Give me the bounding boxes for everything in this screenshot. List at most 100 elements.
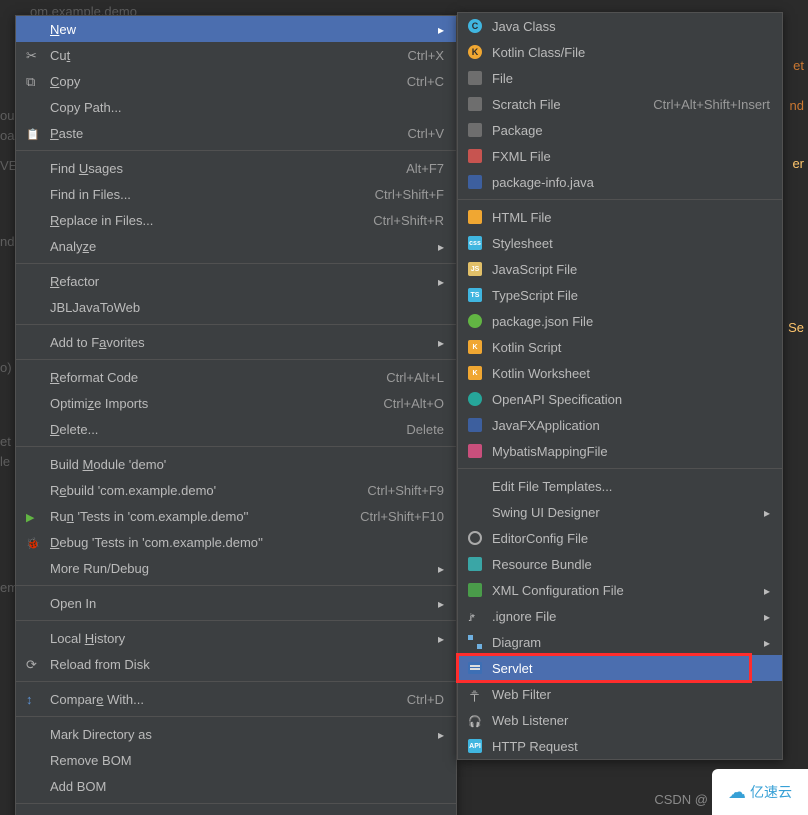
new-item-edit-file-templates[interactable]: Edit File Templates... [458, 473, 782, 499]
spacer-icon [24, 273, 42, 289]
menu-item-label: Scratch File [492, 97, 633, 112]
menu-item-label: Compare With... [50, 692, 387, 707]
new-item-fxml-file[interactable]: FXML File [458, 143, 782, 169]
new-item-scratch-file[interactable]: Scratch FileCtrl+Alt+Shift+Insert [458, 91, 782, 117]
menu-separator [16, 681, 456, 682]
shortcut-label: Delete [406, 422, 444, 437]
new-item-ignore-file[interactable]: .ignore File [458, 603, 782, 629]
menu-item-label: Cut [50, 48, 388, 63]
context-item-add-to-favorites[interactable]: Add to Favorites [16, 329, 456, 355]
new-item-resource-bundle[interactable]: Resource Bundle [458, 551, 782, 577]
new-item-swing-ui-designer[interactable]: Swing UI Designer [458, 499, 782, 525]
spacer-icon [466, 504, 484, 520]
debug-icon [26, 535, 40, 549]
context-item-delete[interactable]: Delete...Delete [16, 416, 456, 442]
context-item-remove-bom[interactable]: Remove BOM [16, 747, 456, 773]
menu-item-label: Add BOM [50, 779, 444, 794]
new-item-stylesheet[interactable]: cssStylesheet [458, 230, 782, 256]
new-item-web-listener[interactable]: Web Listener [458, 707, 782, 733]
context-item-build-module-demo[interactable]: Build Module 'demo' [16, 451, 456, 477]
context-item-find-usages[interactable]: Find UsagesAlt+F7 [16, 155, 456, 181]
spacer-icon [24, 778, 42, 794]
shortcut-label: Ctrl+Alt+O [383, 396, 444, 411]
bg-frag: ou [0, 108, 14, 123]
context-item-jbljavatoweb[interactable]: JBLJavaToWeb [16, 294, 456, 320]
new-item-java-class[interactable]: CJava Class [458, 13, 782, 39]
context-item-reformat-code[interactable]: Reformat CodeCtrl+Alt+L [16, 364, 456, 390]
file-icon [468, 210, 482, 224]
context-item-open-in[interactable]: Open In [16, 590, 456, 616]
circle-orange-icon: K [466, 44, 484, 60]
spacer-icon [24, 238, 42, 254]
new-item-package-info-java[interactable]: package-info.java [458, 169, 782, 195]
new-item-html-file[interactable]: HTML File [458, 204, 782, 230]
new-item-openapi-specification[interactable]: OpenAPI Specification [458, 386, 782, 412]
submenu-arrow-icon [764, 635, 770, 650]
run-icon [26, 509, 40, 523]
context-item-compare-with[interactable]: Compare With...Ctrl+D [16, 686, 456, 712]
menu-item-label: Package [492, 123, 770, 138]
menu-item-label: TypeScript File [492, 288, 770, 303]
gear-icon [468, 531, 482, 545]
spacer-icon [24, 752, 42, 768]
context-item-replace-in-files[interactable]: Replace in Files...Ctrl+Shift+R [16, 207, 456, 233]
file-icon [466, 209, 484, 225]
context-item-paste[interactable]: PasteCtrl+V [16, 120, 456, 146]
context-item-add-bom[interactable]: Add BOM [16, 773, 456, 799]
yisu-text: 亿速云 [750, 782, 792, 802]
new-item-package-json-file[interactable]: package.json File [458, 308, 782, 334]
new-item-typescript-file[interactable]: TSTypeScript File [458, 282, 782, 308]
reload-icon: ⟳ [24, 656, 42, 672]
context-item-hide-ignored-files[interactable]: Hide Ignored Files [16, 808, 456, 815]
context-item-new[interactable]: New [16, 16, 456, 42]
submenu-arrow-icon [438, 239, 444, 254]
new-item-javafxapplication[interactable]: JavaFXApplication [458, 412, 782, 438]
context-item-run-tests-in-com-example-demo[interactable]: Run 'Tests in 'com.example.demo''Ctrl+Sh… [16, 503, 456, 529]
context-item-copy[interactable]: CopyCtrl+C [16, 68, 456, 94]
context-item-local-history[interactable]: Local History [16, 625, 456, 651]
copy-icon [24, 73, 42, 89]
menu-item-label: JavaScript File [492, 262, 770, 277]
new-item-file[interactable]: File [458, 65, 782, 91]
file-icon [466, 582, 484, 598]
context-menu[interactable]: NewCutCtrl+XCopyCtrl+CCopy Path...PasteC… [15, 15, 457, 815]
new-item-diagram[interactable]: Diagram [458, 629, 782, 655]
menu-item-label: XML Configuration File [492, 583, 754, 598]
circle-green-icon [468, 314, 482, 328]
new-item-javascript-file[interactable]: JSJavaScript File [458, 256, 782, 282]
context-item-reload-from-disk[interactable]: ⟳ Reload from Disk [16, 651, 456, 677]
spacer-icon [24, 160, 42, 176]
menu-separator [16, 150, 456, 151]
new-item-web-filter[interactable]: Web Filter [458, 681, 782, 707]
new-item-http-request[interactable]: APIHTTP Request [458, 733, 782, 759]
context-item-cut[interactable]: CutCtrl+X [16, 42, 456, 68]
menu-item-label: Open In [50, 596, 428, 611]
menu-item-label: Web Listener [492, 713, 770, 728]
new-item-package[interactable]: Package [458, 117, 782, 143]
new-item-kotlin-class-file[interactable]: KKotlin Class/File [458, 39, 782, 65]
new-item-kotlin-script[interactable]: KKotlin Script [458, 334, 782, 360]
menu-separator [458, 199, 782, 200]
context-item-analyze[interactable]: Analyze [16, 233, 456, 259]
menu-item-label: Reformat Code [50, 370, 366, 385]
file-icon [468, 444, 482, 458]
context-item-rebuild-com-example-demo[interactable]: Rebuild 'com.example.demo'Ctrl+Shift+F9 [16, 477, 456, 503]
context-item-debug-tests-in-com-example-demo[interactable]: Debug 'Tests in 'com.example.demo'' [16, 529, 456, 555]
context-item-copy-path[interactable]: Copy Path... [16, 94, 456, 120]
menu-item-label: Stylesheet [492, 236, 770, 251]
context-item-mark-directory-as[interactable]: Mark Directory as [16, 721, 456, 747]
spacer-icon [24, 421, 42, 437]
file-icon [468, 71, 482, 85]
new-submenu[interactable]: CJava ClassKKotlin Class/FileFileScratch… [457, 12, 783, 760]
context-item-optimize-imports[interactable]: Optimize ImportsCtrl+Alt+O [16, 390, 456, 416]
new-item-xml-configuration-file[interactable]: XML Configuration File [458, 577, 782, 603]
context-item-refactor[interactable]: Refactor [16, 268, 456, 294]
new-item-mybatismappingfile[interactable]: MybatisMappingFile [458, 438, 782, 464]
context-item-more-run-debug[interactable]: More Run/Debug [16, 555, 456, 581]
shortcut-label: Ctrl+Shift+F [375, 187, 444, 202]
new-item-servlet[interactable]: Servlet [458, 655, 782, 681]
new-item-editorconfig-file[interactable]: EditorConfig File [458, 525, 782, 551]
new-item-kotlin-worksheet[interactable]: KKotlin Worksheet [458, 360, 782, 386]
context-item-find-in-files[interactable]: Find in Files...Ctrl+Shift+F [16, 181, 456, 207]
menu-item-label: Reload from Disk [50, 657, 444, 672]
